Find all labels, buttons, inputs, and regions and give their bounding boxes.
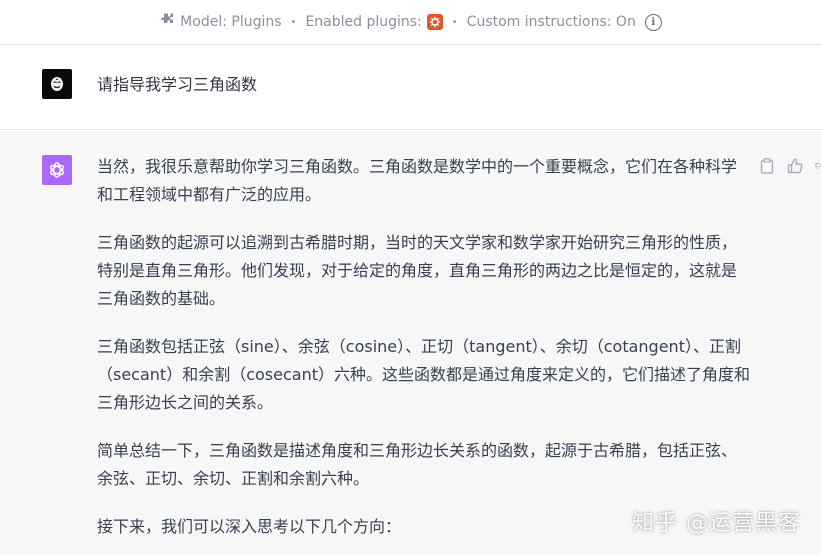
thumbs-up-icon[interactable] [787,158,803,174]
assistant-message-text: 当然，我很乐意帮助你学习三角函数。三角函数是数学中的一个重要概念，它们在各种科学… [97,153,752,555]
user-message-text: 请指导我学习三角函数 [97,75,258,94]
chat-page: Model: Plugins • Enabled plugins: • Cust… [0,0,821,555]
info-icon[interactable]: i [644,13,662,31]
user-message-row: 请指导我学习三角函数 [0,46,821,130]
model-info: Model: Plugins [159,12,282,32]
plugin-logo-icon[interactable] [426,14,443,30]
message-actions [759,158,821,174]
openai-logo-icon [50,162,64,178]
answer-paragraph: 三角函数包括正弦（sine）、余弦（cosine）、正切（tangent）、余切… [97,337,750,412]
model-info-bar: Model: Plugins • Enabled plugins: • Cust… [0,0,821,45]
user-avatar [42,69,72,99]
answer-paragraph: 简单总结一下，三角函数是描述角度和三角形边长关系的函数，起源于古希腊，包括正弦、… [97,441,738,488]
enabled-plugins: Enabled plugins: [305,14,443,30]
model-label: Model: Plugins [180,14,282,30]
separator-dot: • [290,16,297,28]
answer-paragraph: 当然，我很乐意帮助你学习三角函数。三角函数是数学中的一个重要概念，它们在各种科学… [97,157,738,204]
separator-dot: • [451,16,458,28]
user-avatar-icon [51,77,63,91]
chatgpt-avatar [42,155,72,185]
instructions-label: Custom instructions: On [466,14,636,30]
thumbs-down-icon[interactable] [815,158,821,174]
puzzle-icon [159,12,175,32]
plugins-label: Enabled plugins: [305,14,422,30]
custom-instructions: Custom instructions: On i [466,13,662,31]
watermark: 知乎 @运营黑客 [632,511,801,536]
answer-paragraph: 三角函数的起源可以追溯到古希腊时期，当时的天文学家和数学家开始研究三角形的性质，… [97,233,738,308]
clipboard-icon[interactable] [759,158,775,174]
assistant-message-row: 当然，我很乐意帮助你学习三角函数。三角函数是数学中的一个重要概念，它们在各种科学… [0,131,821,555]
